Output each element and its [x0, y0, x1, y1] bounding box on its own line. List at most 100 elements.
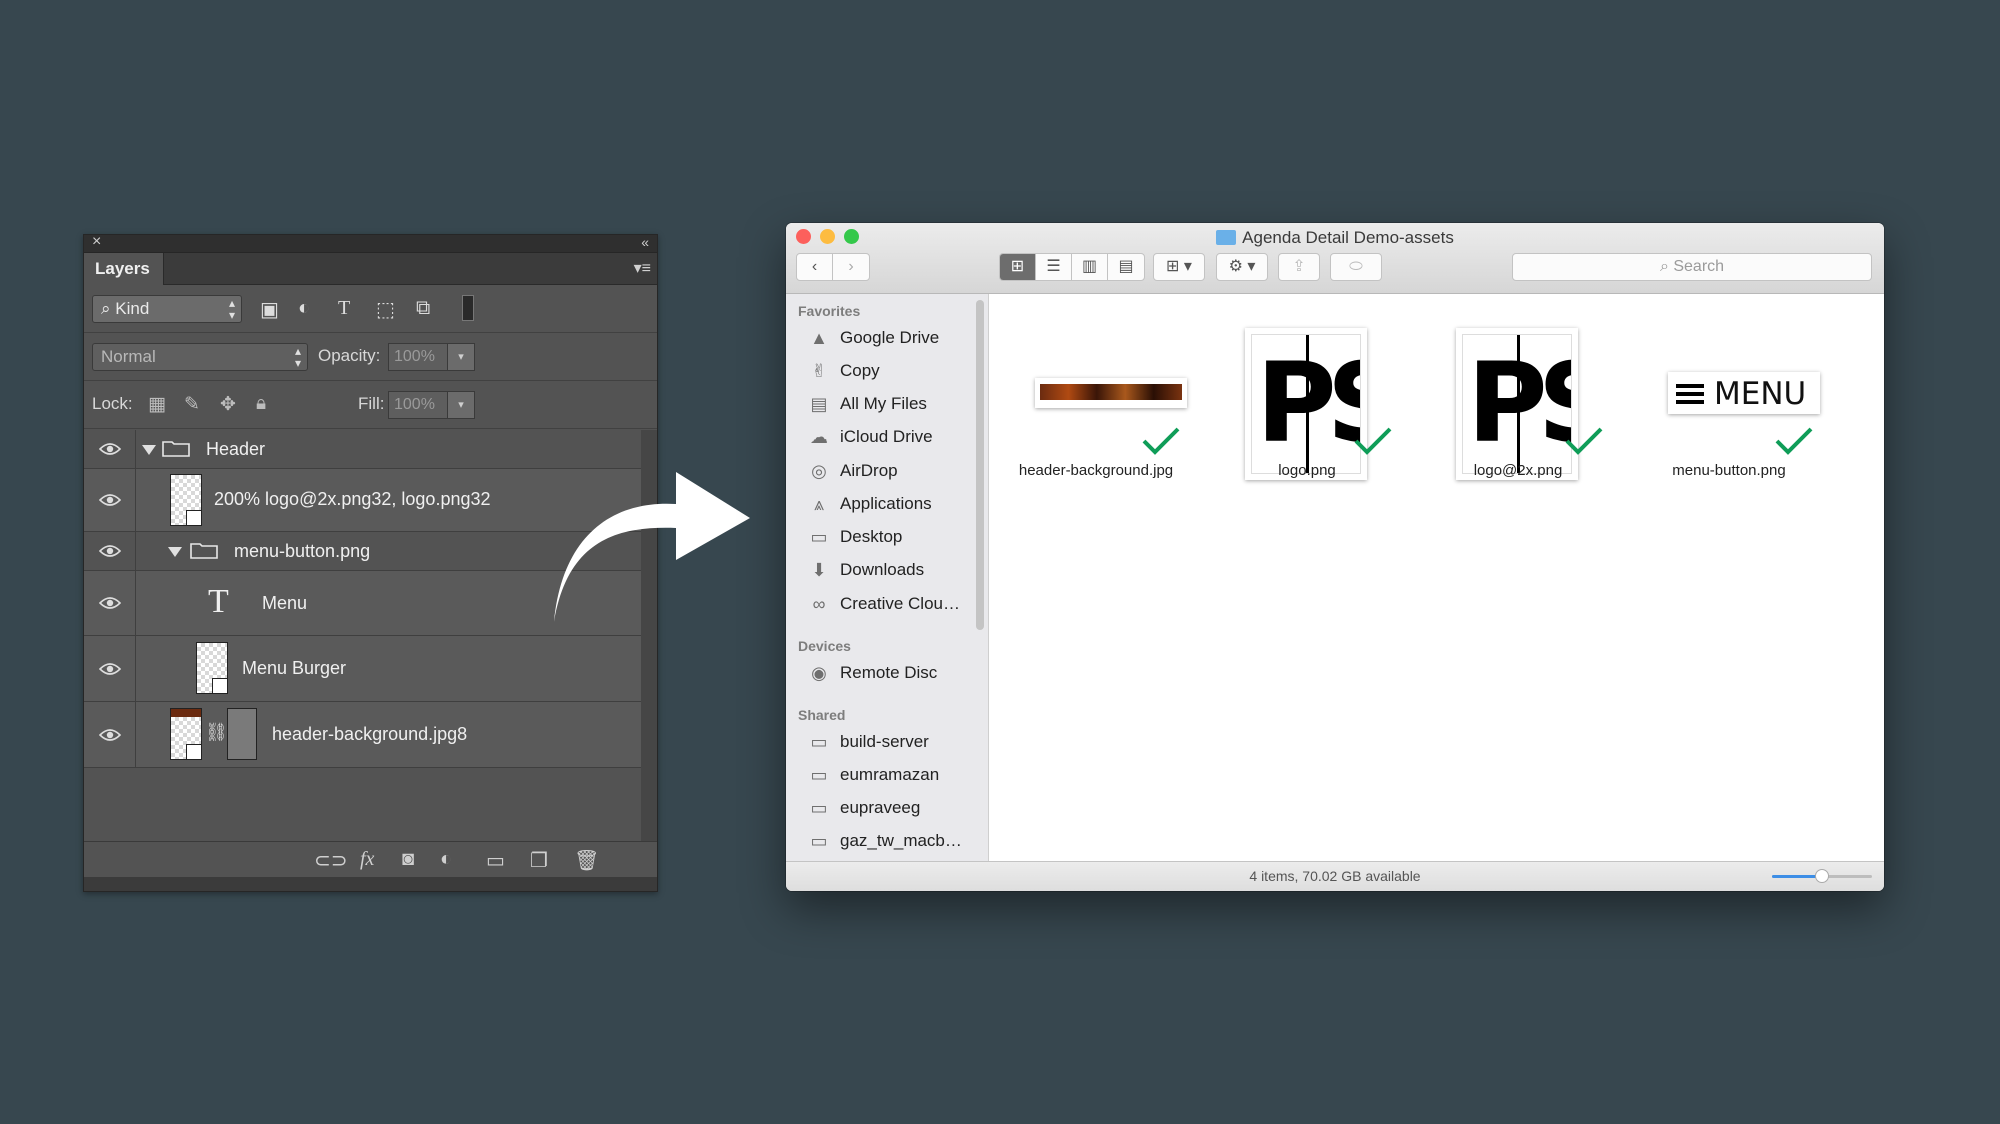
layer-thumbnail [170, 708, 202, 760]
sidebar-item-icloud-drive[interactable]: ☁ iCloud Drive [808, 423, 978, 451]
opacity-field[interactable]: 100% [388, 343, 448, 371]
fill-dropdown[interactable]: ▾ [447, 391, 475, 419]
disc-icon: ◉ [811, 663, 827, 683]
coverflow-view-button[interactable]: ▤ [1108, 254, 1144, 280]
file-item[interactable]: PS logo@2x.png [1423, 312, 1613, 492]
layer-row[interactable]: ⛓︎ header-background.jpg8 [84, 702, 642, 768]
sidebar-item-eupraveeg[interactable]: ▭ eupraveeg [808, 794, 978, 822]
visibility-cell[interactable] [84, 571, 136, 635]
sidebar-item-copy[interactable]: ✌ Copy [808, 357, 978, 385]
action-gear-button[interactable]: ⚙ ▾ [1216, 253, 1268, 281]
search-icon: ⌕ [101, 299, 111, 318]
sidebar-item-desktop[interactable]: ▭ Desktop [808, 523, 978, 551]
window-title-text: Agenda Detail Demo-assets [1242, 228, 1454, 247]
curved-arrow-icon [554, 472, 750, 622]
sidebar-item-remote-disc[interactable]: ◉ Remote Disc [808, 659, 978, 687]
disclosure-triangle-icon[interactable] [142, 445, 156, 455]
visibility-cell[interactable] [84, 702, 136, 767]
folder-icon[interactable]: ▭ [486, 848, 505, 873]
mask-icon[interactable]: ◙ [402, 848, 414, 871]
layer-row[interactable]: Menu Burger [84, 636, 642, 702]
visibility-cell[interactable] [84, 532, 136, 570]
visibility-cell[interactable] [84, 636, 136, 701]
sidebar-item-applications[interactable]: ⩓ Applications [808, 490, 978, 518]
file-name: header-background.jpg [1018, 462, 1174, 479]
icon-size-slider-knob[interactable] [1815, 869, 1829, 883]
sidebar-heading-favorites: Favorites [798, 303, 861, 319]
computer-icon: ▭ [810, 798, 828, 818]
status-bar: 4 items, 70.02 GB available [786, 861, 1884, 891]
sidebar-item-airdrop[interactable]: ◎ AirDrop [808, 457, 978, 485]
fx-icon[interactable]: fx [360, 848, 374, 871]
finder-window: Agenda Detail Demo-assets ‹ › ⊞ ☰ ▥ ▤ ⊞ … [786, 223, 1884, 891]
arrange-button[interactable]: ⊞ ▾ [1153, 253, 1205, 281]
smart-object-badge-icon [212, 678, 228, 694]
filter-kind-select[interactable]: ⌕ Kind ▴ ▾ [92, 295, 242, 323]
forward-button[interactable]: › [833, 254, 869, 280]
visibility-cell[interactable] [84, 469, 136, 531]
visibility-cell[interactable] [84, 430, 136, 468]
file-thumbnail: MENU [1668, 372, 1820, 414]
file-item[interactable]: MENU menu-button.png [1634, 312, 1824, 492]
file-item[interactable]: PS logo.png [1212, 312, 1402, 492]
panel-tab-row: Layers ▾≡ [84, 253, 657, 285]
column-view-button[interactable]: ▥ [1072, 254, 1108, 280]
link-icon[interactable]: ⊂⊃ [314, 848, 348, 873]
list-view-button[interactable]: ☰ [1036, 254, 1072, 280]
chain-link-icon[interactable]: ⛓︎ [205, 722, 228, 743]
adjustment-filter-icon[interactable]: ◐ [298, 297, 310, 320]
lock-label: Lock: [92, 394, 133, 413]
sidebar-item-google-drive[interactable]: ▲ Google Drive [808, 324, 978, 352]
sidebar-item-label: Downloads [840, 560, 925, 579]
new-layer-icon[interactable]: ❐ [530, 848, 548, 873]
tags-button[interactable]: ⬭ [1330, 253, 1382, 281]
tab-layers[interactable]: Layers [84, 253, 164, 285]
close-icon[interactable]: × [92, 233, 101, 251]
finder-titlebar: Agenda Detail Demo-assets ‹ › ⊞ ☰ ▥ ▤ ⊞ … [786, 223, 1884, 294]
lock-row: Lock: ▦ ✎ ✥ 🔒︎ Fill: 100% ▾ [84, 381, 657, 429]
sidebar-heading-devices: Devices [798, 638, 851, 654]
collapse-icon[interactable]: « [641, 234, 649, 250]
sidebar-item-build-server[interactable]: ▭ build-server [808, 728, 978, 756]
adjustment-icon[interactable]: ◐ [440, 848, 452, 871]
layer-row[interactable]: Header [84, 430, 642, 469]
opacity-dropdown[interactable]: ▾ [447, 343, 475, 371]
icon-size-slider[interactable] [1772, 869, 1872, 883]
smart-object-filter-icon[interactable]: ⧉ [416, 297, 430, 320]
sidebar-item-all-my-files[interactable]: ▤ All My Files [808, 390, 978, 418]
layer-mask-thumbnail[interactable] [227, 708, 257, 760]
lock-brush-icon[interactable]: ✎ [184, 393, 200, 416]
folder-icon [190, 543, 218, 559]
share-button[interactable]: ⇪ [1278, 253, 1320, 281]
panel-menu-icon[interactable]: ▾≡ [634, 258, 651, 278]
lock-transparent-icon[interactable]: ▦ [148, 393, 166, 416]
sidebar-item-eumramazan[interactable]: ▭ eumramazan [808, 761, 978, 789]
search-input[interactable]: ⌕ Search [1512, 253, 1872, 281]
disclosure-triangle-icon[interactable] [168, 547, 182, 557]
sidebar-item-label: gaz_tw_macb… [840, 831, 962, 850]
copy-icon: ✌ [811, 361, 827, 381]
sidebar-item-creative-cloud[interactable]: ∞ Creative Clou… [808, 590, 978, 618]
hamburger-menu-icon [1676, 384, 1704, 404]
back-button[interactable]: ‹ [797, 254, 833, 280]
all-files-icon: ▤ [810, 394, 828, 414]
filter-toggle-switch[interactable] [462, 295, 474, 321]
sidebar-item-downloads[interactable]: ⬇ Downloads [808, 556, 978, 584]
lock-move-icon[interactable]: ✥ [220, 393, 236, 416]
filter-row: ⌕ Kind ▴ ▾ ▣ ◐ T ⬚ ⧉ [84, 285, 657, 333]
blend-mode-select[interactable]: Normal ▴ ▾ [92, 343, 308, 371]
sidebar-item-label: eupraveeg [840, 798, 921, 817]
shape-filter-icon[interactable]: ⬚ [376, 297, 395, 322]
pixel-layer-filter-icon[interactable]: ▣ [260, 297, 279, 322]
file-thumbnail [1035, 378, 1187, 408]
resize-grip[interactable] [84, 877, 657, 891]
fill-field[interactable]: 100% [388, 391, 448, 419]
sidebar-item-label: All My Files [840, 394, 927, 413]
sidebar-item-gaz-tw-macb[interactable]: ▭ gaz_tw_macb… [808, 827, 978, 855]
file-item[interactable]: header-background.jpg [1001, 312, 1191, 492]
trash-icon[interactable]: 🗑︎ [574, 848, 599, 873]
sidebar-item-label: Applications [840, 494, 932, 513]
icon-view-button[interactable]: ⊞ [1000, 254, 1036, 280]
type-filter-icon[interactable]: T [338, 297, 350, 320]
lock-all-icon[interactable]: 🔒︎ [256, 393, 266, 415]
